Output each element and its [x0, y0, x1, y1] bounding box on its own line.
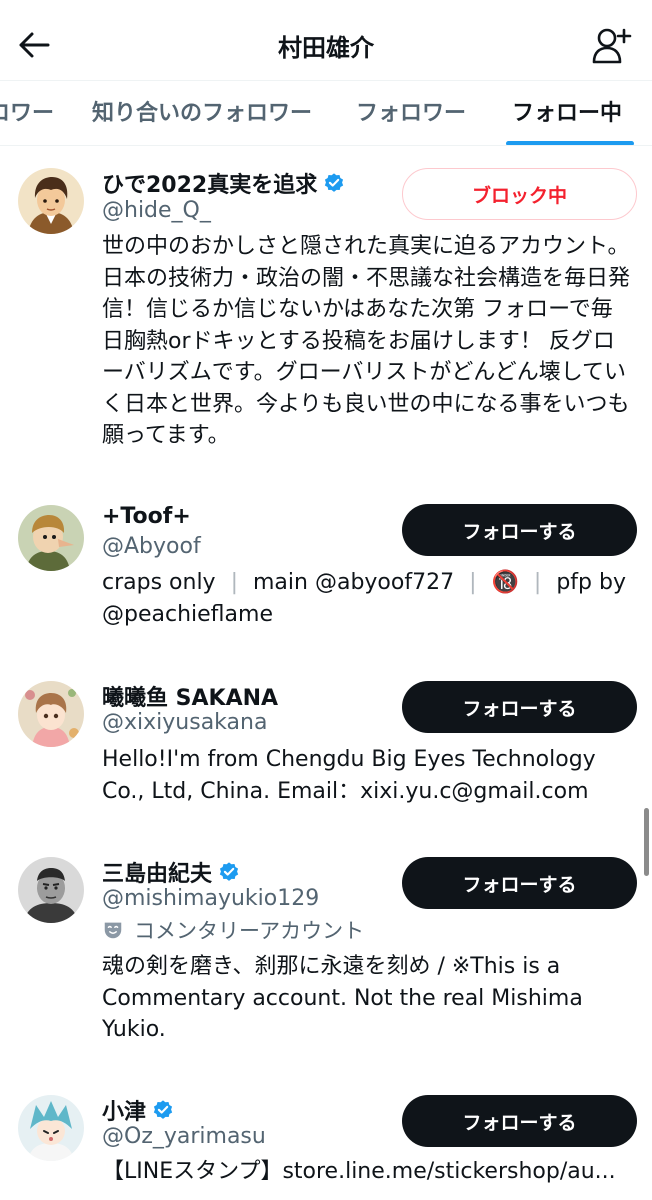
follow-button[interactable]: フォローする [402, 504, 637, 556]
verified-badge-icon [325, 173, 344, 192]
user-bio: Hello!I'm from Chengdu Big Eyes Technolo… [102, 747, 596, 804]
follow-button[interactable]: フォローする [402, 857, 637, 909]
tab-bar: ロワー 知り合いのフォロワー フォロワー フォロー中 [0, 80, 652, 146]
verified-badge-icon [153, 1100, 173, 1119]
user-name-row: 三島由紀夫 [102, 856, 240, 888]
tab-known-followers[interactable]: 知り合いのフォロワー [92, 95, 312, 127]
avatar[interactable] [18, 681, 84, 747]
user-name: 小津 [102, 1100, 147, 1125]
user-name-row: 小津 [102, 1094, 174, 1126]
user-handle: @xixiyusakana [102, 710, 268, 735]
verified-badge-icon [219, 862, 239, 881]
active-tab-indicator [506, 141, 634, 145]
bio-separator: | [230, 570, 238, 595]
page-title: 村田雄介 [278, 34, 374, 62]
blocked-button[interactable]: ブロック中 [402, 168, 637, 220]
bio-separator: | [533, 570, 542, 595]
tab-following[interactable]: フォロー中 [512, 95, 622, 127]
avatar[interactable] [18, 505, 84, 571]
tab-followers[interactable]: フォロワー [356, 95, 466, 127]
user-handle: @Oz_yarimasu [102, 1124, 266, 1149]
user-name: 曦曦鱼 SAKANA [102, 686, 279, 711]
add-user-icon [592, 28, 632, 64]
user-name-row: +Toof+ [102, 504, 191, 529]
user-name-row: 曦曦鱼 SAKANA [102, 680, 278, 712]
bio-separator: | [469, 570, 477, 595]
user-name-row: ひで2022真実を追求 [102, 167, 345, 199]
bio-segment: main @abyoof727 [253, 570, 455, 595]
commentary-text: コメンタリーアカウント [134, 919, 365, 943]
avatar[interactable] [18, 857, 84, 923]
user-handle: @hide_Q_ [102, 198, 211, 223]
user-bio: 【LINEスタンプ】store.line.me/stickershop/au..… [102, 1159, 616, 1184]
user-name: +Toof+ [102, 504, 191, 529]
user-bio: 魂の剣を磨き、刹那に永遠を刻め / ※This is a Commentary … [102, 954, 583, 1042]
user-bio: craps only | main @abyoof727 | 🔞 | pfp b… [102, 567, 632, 630]
user-handle: @Abyoof [102, 534, 201, 559]
avatar[interactable] [18, 168, 84, 234]
scrollbar[interactable] [644, 808, 649, 876]
mask-icon [104, 922, 122, 939]
user-bio: 世の中のおかしさと隠された真実に迫るアカウント。日本の技術力・政治の闇・不思議な… [102, 234, 631, 448]
follow-button[interactable]: フォローする [402, 1095, 637, 1147]
avatar[interactable] [18, 1095, 84, 1161]
bio-line: @peachieflame [102, 601, 273, 627]
bio-segment: pfp by [556, 570, 626, 595]
follow-button[interactable]: フォローする [402, 681, 637, 733]
user-name: ひで2022真実を追求 [102, 173, 318, 198]
tab-followers-partial[interactable]: ロワー [0, 95, 54, 127]
commentary-label: コメンタリーアカウント [102, 915, 364, 945]
top-bar: 村田雄介 [0, 0, 652, 80]
add-user-button[interactable] [590, 24, 634, 68]
user-handle: @mishimayukio129 [102, 886, 320, 911]
bio-emoji: 🔞 [491, 570, 519, 595]
bio-segment: craps only [102, 570, 216, 595]
user-name: 三島由紀夫 [102, 862, 213, 887]
